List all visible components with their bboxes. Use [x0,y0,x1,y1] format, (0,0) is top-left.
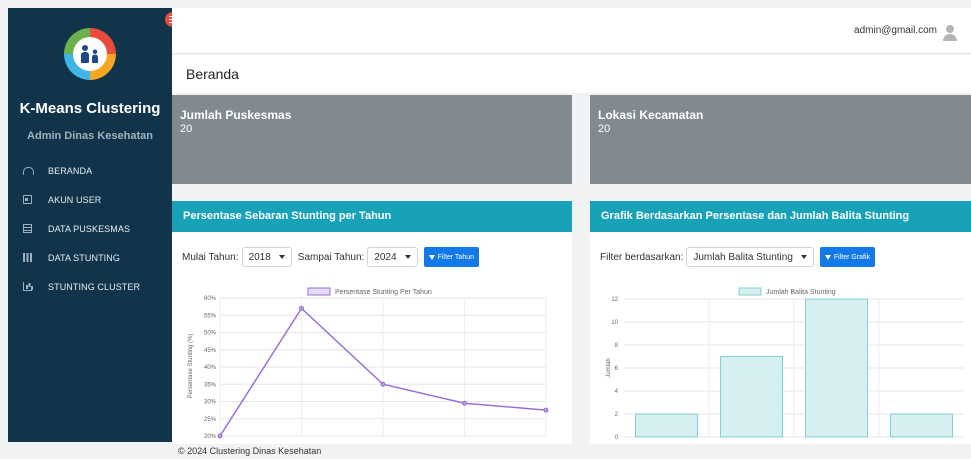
stunting-bar-chart: Jumlah Balita Stunting Jumlah 12 10 8 6 4 2 0 [606,287,964,441]
filter-by-select[interactable]: Jumlah Balita Stunting [686,247,814,267]
y-tick-label: 0 [615,435,619,441]
filter-by-value: Jumlah Balita Stunting [693,251,793,263]
title-bar: Beranda [172,55,971,93]
y-tick-label: 20% [204,434,217,440]
stunting-line-chart: Persentase Stunting Per Tahun Persentase… [188,287,549,440]
sidebar-item-data-stunting[interactable]: DATA STUNTING [8,243,172,272]
y-tick-label: 30% [204,400,217,406]
bar[interactable] [804,298,869,438]
filter-year-button[interactable]: Filter Tahun [423,247,480,267]
data-point[interactable] [462,400,467,406]
sidebar-item-beranda[interactable]: BERANDA [8,156,172,185]
top-header: admin@gmail.com [172,8,971,54]
sidebar: K-Means Clustering Admin Dinas Kesehatan… [8,8,172,442]
legend-swatch [307,287,331,296]
brand-subtitle: Admin Dinas Kesehatan [27,130,153,142]
sidebar-item-label: DATA PUSKESMAS [48,223,131,234]
y-tick-label: 45% [204,348,217,354]
filter-year-button-label: Filter Tahun [437,253,475,261]
sidebar-item-akun-user[interactable]: AKUN USER [8,185,172,214]
user-avatar-icon[interactable] [943,25,957,41]
chevron-down-icon [278,255,285,259]
app-page: K-Means Clustering Admin Dinas Kesehatan… [0,0,971,459]
end-year-value: 2024 [374,251,397,263]
bar[interactable] [634,413,699,438]
legend-label: Persentase Stunting Per Tahun [335,289,432,296]
y-tick-label: 25% [204,417,217,423]
start-year-select[interactable]: 2018 [241,247,292,267]
stat-title: Lokasi Kecamatan [598,108,704,122]
chart-filter-row: Filter berdasarkan: Jumlah Balita Stunti… [600,247,876,267]
legend-label: Jumlah Balita Stunting [766,289,836,296]
bar-chart-icon [23,282,32,291]
y-tick-label: 35% [204,382,217,388]
brand-title: K-Means Clustering [19,100,161,117]
bar[interactable] [889,413,954,438]
footer-text: © 2024 Clustering Dinas Kesehatan [178,446,322,456]
start-year-value: 2018 [248,251,271,263]
y-tick-label: 2 [615,412,619,418]
stat-card-puskesmas: Jumlah Puskesmas 20 [172,95,572,184]
y-tick-label: 6 [615,366,619,372]
bar[interactable] [719,356,784,438]
y-tick-label: 10 [611,320,618,326]
page-title: Beranda [186,66,239,82]
data-point[interactable] [217,433,223,439]
stat-value: 20 [180,123,193,135]
data-point[interactable] [299,305,304,311]
y-tick-label: 55% [204,313,217,319]
sidebar-item-label: STUNTING CLUSTER [48,281,141,292]
card-title: Persentase Sebaran Stunting per Tahun [172,201,572,232]
data-point[interactable] [380,381,386,387]
y-tick-label: 8 [615,343,619,349]
dashboard-icon [23,166,34,175]
filter-chart-button-label: Filter Grafik [833,253,871,261]
y-tick-label: 4 [615,389,619,395]
y-axis-label: Persentase Stunting (%) [188,333,194,398]
stunting-chart-card: Grafik Berdasarkan Persentase dan Jumlah… [590,201,971,444]
sidebar-nav: BERANDA AKUN USER DATA PUSKESMAS DATA ST… [8,156,172,301]
end-year-label: Sampai Tahun: [297,251,365,263]
sidebar-item-data-puskesmas[interactable]: DATA PUSKESMAS [8,214,172,243]
y-axis-label: Jumlah [606,358,612,377]
id-card-icon [23,195,32,204]
y-tick-label: 12 [611,297,618,303]
family-icon [73,37,107,71]
legend-swatch [738,287,762,296]
filter-icon [428,254,435,260]
user-email[interactable]: admin@gmail.com [854,25,937,36]
app-logo [64,28,116,80]
filter-icon [824,254,831,260]
card-title: Grafik Berdasarkan Persentase dan Jumlah… [590,201,971,232]
y-tick-label: 60% [204,296,217,302]
chevron-down-icon [800,255,807,259]
stat-value: 20 [598,123,611,135]
start-year-label: Mulai Tahun: [182,251,239,263]
sidebar-item-label: AKUN USER [48,194,102,205]
stunting-per-year-card: Persentase Sebaran Stunting per Tahun Mu… [172,201,572,444]
stat-title: Jumlah Puskesmas [180,108,292,122]
sidebar-item-label: BERANDA [48,165,93,176]
data-point[interactable] [543,407,549,413]
stat-card-kecamatan: Lokasi Kecamatan 20 [590,95,971,184]
year-filter-row: Mulai Tahun: 2018 Sampai Tahun: 2024 Fil… [182,247,480,267]
filter-chart-button[interactable]: Filter Grafik [819,247,876,267]
y-tick-label: 40% [204,365,217,371]
end-year-select[interactable]: 2024 [367,247,418,267]
grid-icon [23,253,32,262]
y-tick-label: 50% [204,331,217,337]
table-icon [23,224,32,233]
filter-by-label: Filter berdasarkan: [600,251,684,263]
chevron-down-icon [404,255,411,259]
sidebar-item-label: DATA STUNTING [48,252,120,263]
sidebar-item-stunting-cluster[interactable]: STUNTING CLUSTER [8,272,172,301]
